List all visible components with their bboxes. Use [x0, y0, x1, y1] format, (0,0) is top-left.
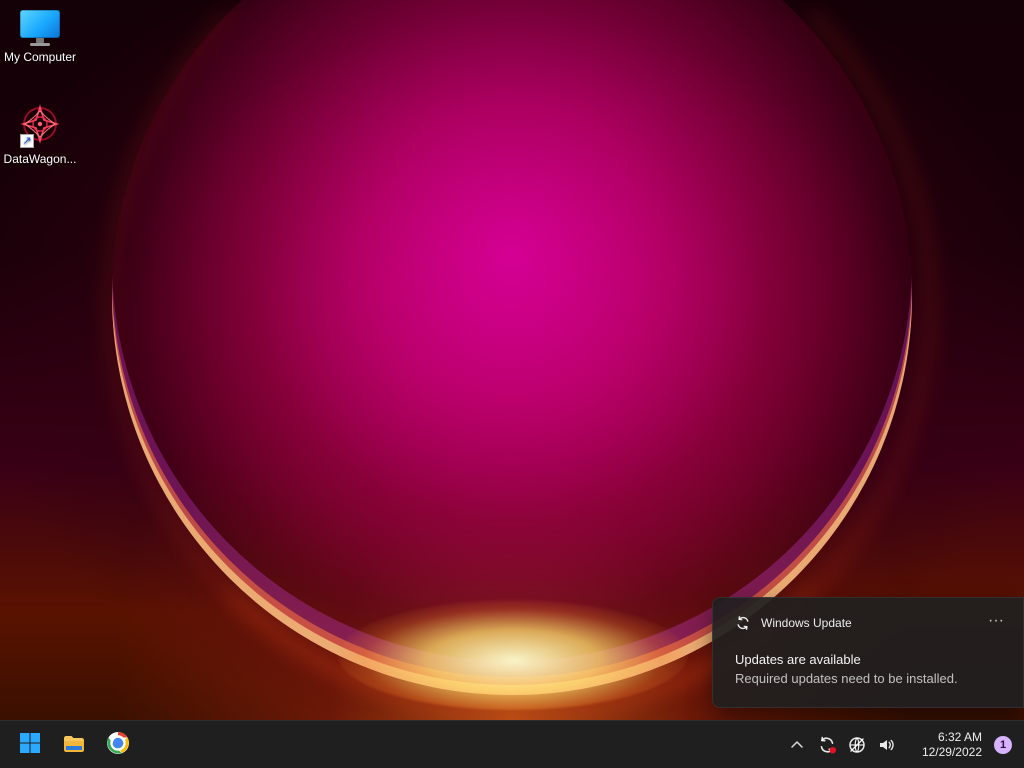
start-button[interactable]	[12, 727, 48, 763]
shortcut-arrow-icon: ↗	[20, 134, 34, 148]
desktop-icon-my-computer[interactable]: My Computer	[0, 8, 80, 64]
wallpaper-arc-highlight	[338, 600, 688, 710]
file-explorer-button[interactable]	[56, 727, 92, 763]
folder-icon	[61, 730, 87, 760]
windows-update-status-icon[interactable]	[816, 734, 838, 756]
datawagon-icon: ↗	[18, 104, 62, 148]
taskbar: 6:32 AM 12/29/2022 1	[0, 720, 1024, 768]
computer-icon	[18, 8, 62, 46]
toast-notification[interactable]: Windows Update ··· Updates are available…	[712, 597, 1024, 708]
chevron-up-icon[interactable]	[786, 734, 808, 756]
system-tray: 6:32 AM 12/29/2022 1	[786, 727, 1012, 763]
desktop-icon-label: DataWagon...	[3, 152, 77, 166]
network-globe-icon[interactable]	[846, 734, 868, 756]
taskbar-apps	[12, 727, 136, 763]
notification-center-badge[interactable]: 1	[994, 736, 1012, 754]
desktop[interactable]: My Computer ↗ DataWagon... Windows Updat…	[0, 0, 1024, 720]
volume-icon[interactable]	[876, 734, 898, 756]
chrome-icon	[105, 730, 131, 760]
toast-more-button[interactable]: ···	[985, 612, 1007, 634]
sync-icon	[735, 615, 751, 631]
windows-logo-icon	[18, 731, 42, 759]
desktop-icon-datawagon[interactable]: ↗ DataWagon...	[0, 104, 80, 166]
clock-date: 12/29/2022	[921, 745, 982, 759]
toast-header: Windows Update ···	[735, 612, 1009, 634]
toast-body: Required updates need to be installed.	[735, 671, 958, 686]
desktop-icon-label: My Computer	[3, 50, 77, 64]
clock-time: 6:32 AM	[937, 730, 982, 744]
chrome-button[interactable]	[100, 727, 136, 763]
toast-app-name: Windows Update	[761, 616, 852, 630]
clock[interactable]: 6:32 AM 12/29/2022	[908, 730, 982, 760]
toast-title: Updates are available	[735, 652, 861, 667]
